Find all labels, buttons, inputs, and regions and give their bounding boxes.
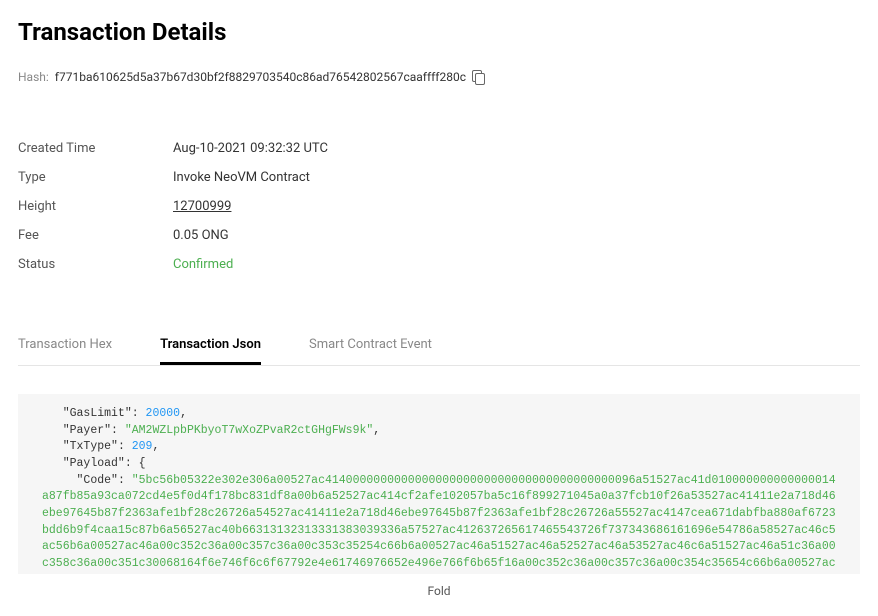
value-created-time: Aug-10-2021 09:32:32 UTC — [173, 141, 328, 156]
row-type: Type Invoke NeoVM Contract — [18, 163, 860, 192]
hash-row: Hash: f771ba610625d5a37b67d30bf2f8829703… — [18, 70, 860, 84]
json-content: "GasLimit": 20000, "Payer": "AM2WZLpbPKb… — [18, 394, 860, 574]
tab-transaction-hex[interactable]: Transaction Hex — [18, 327, 112, 365]
label-created-time: Created Time — [18, 141, 173, 156]
label-fee: Fee — [18, 228, 173, 243]
page-title: Transaction Details — [18, 18, 860, 46]
hash-value: f771ba610625d5a37b67d30bf2f8829703540c86… — [55, 70, 466, 84]
value-type: Invoke NeoVM Contract — [173, 170, 310, 185]
row-status: Status Confirmed — [18, 250, 860, 279]
tab-smart-contract-event[interactable]: Smart Contract Event — [309, 327, 432, 365]
row-created-time: Created Time Aug-10-2021 09:32:32 UTC — [18, 134, 860, 163]
copy-icon[interactable] — [472, 70, 486, 84]
row-fee: Fee 0.05 ONG — [18, 221, 860, 250]
row-height: Height 12700999 — [18, 192, 860, 221]
label-status: Status — [18, 257, 173, 272]
tabs: Transaction Hex Transaction Json Smart C… — [18, 327, 860, 366]
label-type: Type — [18, 170, 173, 185]
fold-button[interactable]: Fold — [18, 574, 860, 598]
value-status: Confirmed — [173, 257, 233, 272]
tab-transaction-json[interactable]: Transaction Json — [160, 327, 261, 365]
details-section: Created Time Aug-10-2021 09:32:32 UTC Ty… — [18, 134, 860, 279]
value-fee: 0.05 ONG — [173, 228, 229, 243]
value-height[interactable]: 12700999 — [173, 199, 231, 214]
hash-label: Hash: — [18, 70, 49, 84]
label-height: Height — [18, 199, 173, 214]
